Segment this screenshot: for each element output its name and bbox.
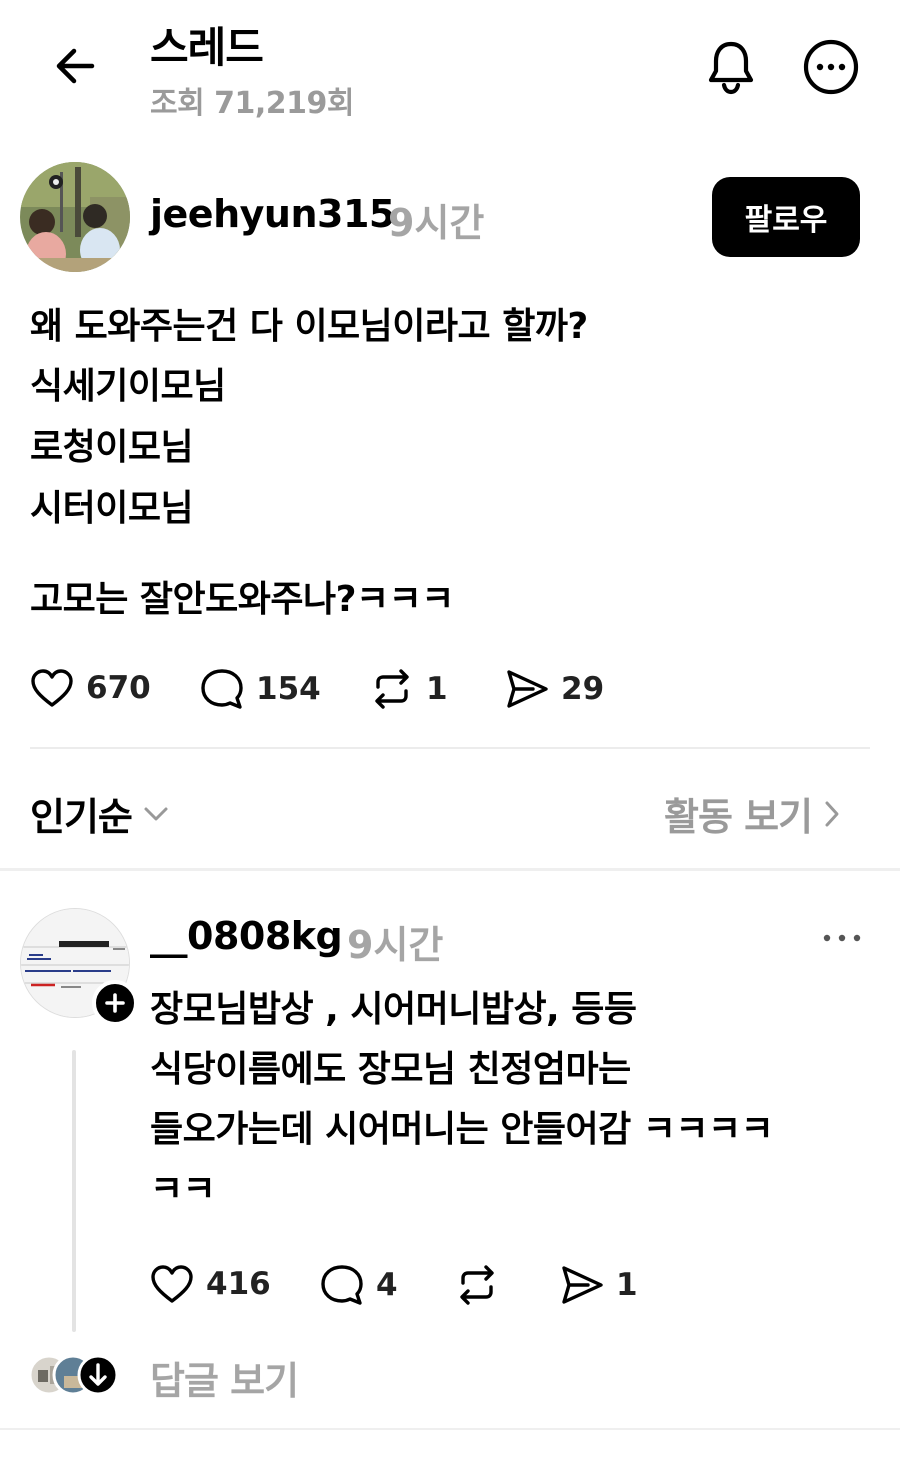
commenter-username[interactable]: __0808kg	[150, 914, 343, 958]
repost-icon	[375, 669, 409, 709]
comment-like-button[interactable]: 416	[150, 1264, 271, 1304]
send-icon	[507, 670, 548, 708]
divider	[0, 1428, 900, 1430]
reply-avatar-stack	[28, 1354, 119, 1396]
share-button[interactable]: 29	[505, 668, 604, 710]
share-count: 29	[561, 671, 605, 707]
sort-dropdown[interactable]: 인기순	[30, 786, 170, 841]
repost-icon	[460, 1265, 494, 1305]
post-text-line: 로청이모님	[30, 427, 194, 468]
reply-avatars[interactable]	[28, 1354, 128, 1396]
post-text-line: 식세기이모님	[30, 366, 226, 407]
page-title: 스레드	[150, 23, 264, 72]
view-replies-link[interactable]: 답글 보기	[150, 1350, 299, 1405]
activity-label: 활동 보기	[664, 795, 813, 839]
comment-button[interactable]: 154	[200, 668, 321, 710]
comment-reply-count: 4	[376, 1267, 398, 1303]
notification-button[interactable]	[700, 36, 762, 98]
avatar-photo	[20, 162, 130, 272]
author-avatar[interactable]	[20, 162, 130, 272]
more-options-button[interactable]	[800, 36, 862, 98]
comment-more-button[interactable]	[812, 918, 872, 958]
divider	[30, 747, 870, 749]
comment-timestamp: 9시간	[347, 923, 444, 967]
thread-line	[72, 1050, 76, 1332]
view-activity-link[interactable]: 활동 보기	[664, 786, 842, 841]
author-username[interactable]: jeehyun315	[150, 192, 395, 236]
arrow-left-icon	[56, 48, 95, 84]
comment-count: 154	[256, 671, 321, 707]
comment-repost-button[interactable]	[455, 1264, 511, 1306]
send-icon	[562, 1266, 603, 1304]
like-count: 670	[86, 670, 151, 706]
repost-count: 1	[426, 671, 448, 707]
plus-icon	[105, 993, 125, 1013]
repost-button[interactable]: 1	[370, 668, 448, 710]
post-timestamp: 9시간	[388, 201, 485, 245]
heart-icon	[151, 1265, 193, 1303]
more-circle-icon	[803, 39, 859, 95]
comment-text-line: 식당이름에도 장모님 친정엄마는	[150, 1049, 631, 1090]
post-text-line: 시터이모님	[30, 488, 194, 529]
follow-button[interactable]: 팔로우	[712, 177, 860, 257]
like-button[interactable]: 670	[30, 668, 151, 708]
follow-plus-button[interactable]	[92, 980, 138, 1026]
comment-reply-button[interactable]: 4	[320, 1264, 398, 1306]
comment-share-button[interactable]: 1	[560, 1264, 638, 1306]
more-horizontal-icon	[823, 934, 861, 942]
post-text-line: 고모는 잘안도와주나?ㅋㅋㅋ	[30, 579, 454, 620]
sort-label: 인기순	[30, 795, 133, 839]
comment-text-line: 들오가는데 시어머니는 안들어감 ㅋㅋㅋㅋ	[150, 1109, 774, 1150]
section-divider	[0, 868, 900, 871]
comment-bubble-icon	[201, 669, 243, 709]
view-count: 조회 71,219회	[150, 86, 355, 121]
comment-like-count: 416	[206, 1266, 271, 1302]
chevron-right-icon	[825, 801, 839, 826]
comment-text-line: 장모님밥상 , 시어머니밥상, 등등	[150, 989, 637, 1030]
chevron-down-icon	[144, 807, 168, 820]
comment-share-count: 1	[616, 1267, 638, 1303]
heart-icon	[31, 669, 73, 707]
bell-icon	[708, 41, 754, 95]
back-button[interactable]	[40, 36, 110, 96]
comment-bubble-icon	[321, 1265, 363, 1305]
comment-text-line: ㅋㅋ	[150, 1169, 216, 1210]
post-text-line: 왜 도와주는건 다 이모님이라고 할까?	[30, 306, 588, 347]
